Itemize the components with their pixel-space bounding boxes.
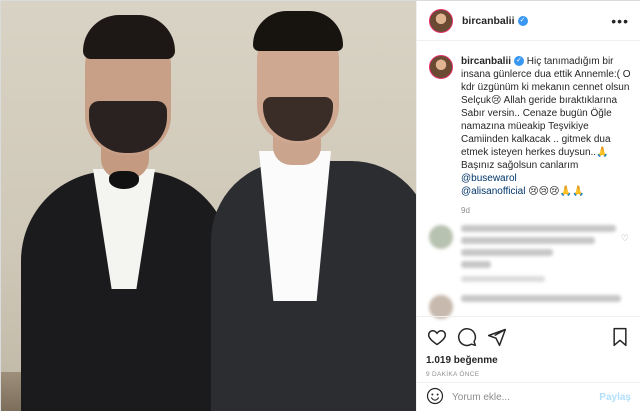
mention-link[interactable]: @busewarol: [461, 173, 517, 184]
share-icon[interactable]: [486, 326, 508, 348]
comment-input[interactable]: [452, 392, 600, 403]
caption: bircanbalii ✓ Hiç tanımadığım bir insana …: [429, 55, 634, 215]
timestamp[interactable]: 9 DAKİKA ÖNCE: [426, 371, 631, 378]
person-left-bowtie: [109, 171, 139, 189]
heart-icon[interactable]: [426, 326, 448, 348]
caption-avatar[interactable]: [429, 55, 453, 79]
caption-text: bircanbalii ✓ Hiç tanımadığım bir insana …: [461, 55, 634, 198]
like-count[interactable]: 1.019 beğenme: [426, 355, 631, 366]
emoji-icon[interactable]: [426, 387, 444, 408]
verified-badge-icon: ✓: [517, 15, 528, 26]
action-icons: [426, 325, 631, 349]
post-actions: 1.019 beğenme 9 DAKİKA ÖNCE Paylaş: [416, 316, 640, 411]
post-comment-button[interactable]: Paylaş: [599, 392, 631, 403]
list-item: ♡: [429, 225, 629, 287]
caption-body: Hiç tanımadığım bir insana günlerce dua …: [461, 56, 631, 171]
post-photo[interactable]: [1, 1, 416, 411]
bookmark-icon[interactable]: [609, 326, 631, 348]
avatar[interactable]: [429, 8, 453, 33]
more-options-icon[interactable]: •••: [611, 13, 629, 29]
post-header: bircanbalii ✓ •••: [417, 1, 640, 41]
comment-icon[interactable]: [456, 326, 478, 348]
add-comment-bar: Paylaş: [416, 382, 640, 411]
caption-emojis: 😢😢😢🙏🙏: [525, 186, 585, 197]
username[interactable]: bircanbalii ✓: [462, 15, 528, 27]
person-right-hair: [253, 11, 343, 51]
comment-like-icon[interactable]: ♡: [621, 233, 629, 244]
instagram-post: bircanbalii ✓ ••• bircanbalii ✓ Hiç tanıma…: [0, 0, 640, 411]
caption-age: 9d: [461, 206, 470, 215]
comment-body-blurred: [461, 225, 629, 287]
mention-link[interactable]: @alisanofficial: [461, 186, 525, 197]
verified-badge-icon: ✓: [514, 56, 525, 67]
caption-username[interactable]: bircanbalii: [461, 56, 511, 67]
comment-avatar[interactable]: [429, 225, 453, 249]
